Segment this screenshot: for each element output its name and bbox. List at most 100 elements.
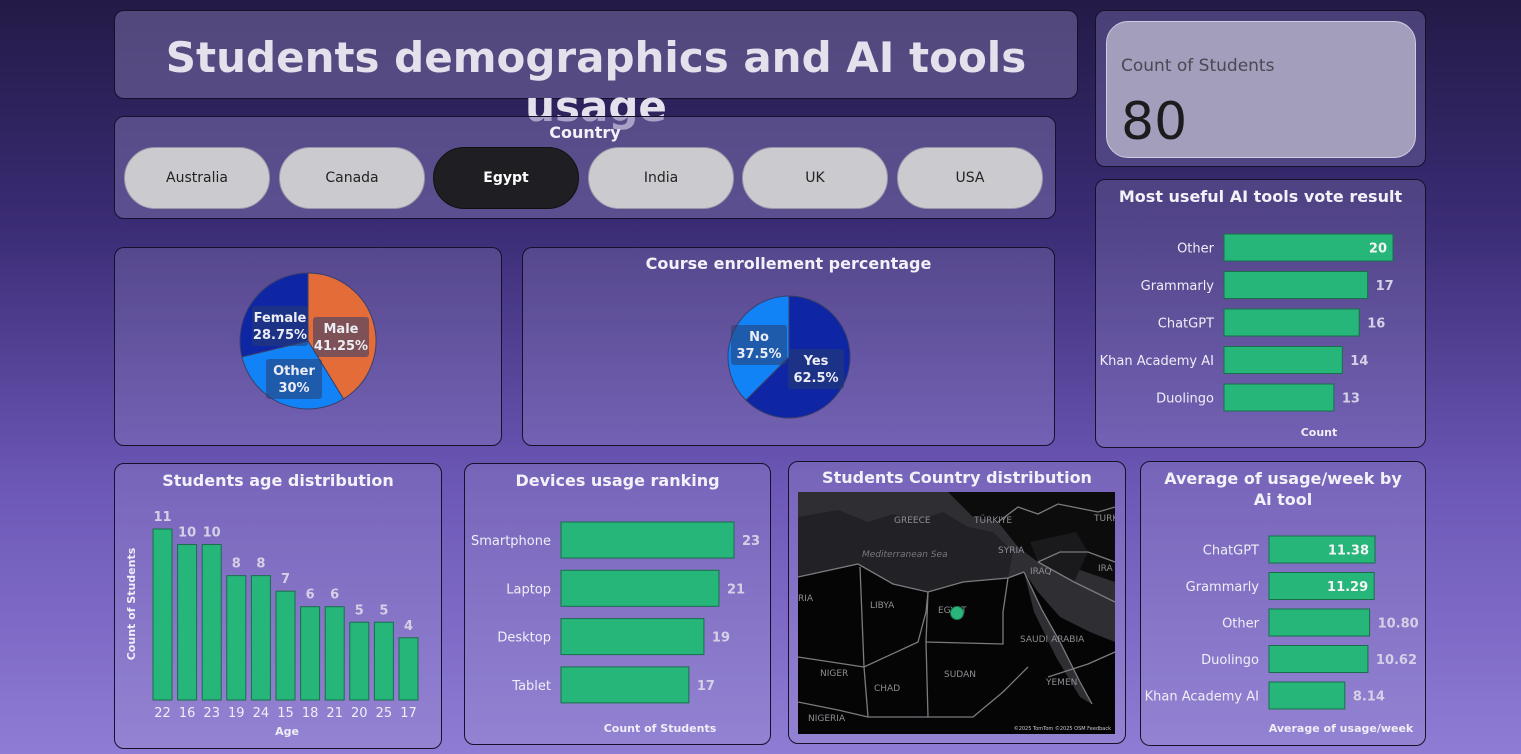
devices-category-label: Smartphone: [471, 534, 551, 549]
devices-bar: [560, 521, 735, 559]
map-label-sudan: SUDAN: [944, 670, 976, 680]
age-value-label: 4: [404, 619, 413, 634]
country-button-egypt[interactable]: Egypt: [433, 147, 579, 209]
ai-tools-vote-chart: Other 20 Grammarly 17 ChatGPT 16 Khan Academy …: [1100, 233, 1394, 439]
avg-usage-category-label: ChatGPT: [1203, 544, 1259, 559]
age-value-label: 7: [281, 572, 290, 587]
ai-tools-vote-panel: Most useful AI tools vote result Other 20…: [1095, 179, 1426, 448]
vote-bar: [1223, 271, 1369, 299]
devices-value-label: 19: [712, 631, 730, 646]
vote-category-label: Duolingo: [1156, 392, 1214, 407]
gender-pie-label-male: Male: [324, 322, 359, 337]
devices-category-label: Tablet: [511, 679, 551, 694]
map-label-saudi-arabia: SAUDI ARABIA: [1020, 635, 1085, 645]
enrollment-pie-chart: Yes 62.5% No 37.5%: [727, 295, 851, 419]
map-label-mediterranean: Mediterranean Sea: [862, 550, 948, 560]
avg-usage-title: Average of usage/week by Ai tool: [1164, 469, 1402, 509]
age-tick-label: 15: [277, 706, 294, 721]
avg-usage-bar: [1268, 645, 1369, 673]
avg-usage-value-label: 10.62: [1376, 653, 1417, 668]
vote-category-label: Other: [1177, 242, 1215, 257]
map-label-nigeria: NIGERIA: [808, 714, 846, 724]
vote-value-label: 14: [1350, 354, 1368, 369]
age-bar: [300, 606, 321, 701]
age-tick-label: 18: [302, 706, 319, 721]
devices-category-label: Desktop: [497, 631, 551, 646]
avg-usage-bar: [1268, 608, 1371, 637]
vote-bar: [1223, 383, 1335, 412]
age-bar: [349, 621, 370, 701]
ai-tools-vote-title: Most useful AI tools vote result: [1118, 187, 1403, 206]
map-title: Students Country distribution: [822, 468, 1092, 487]
age-value-label: 8: [232, 557, 241, 572]
age-bar: [152, 528, 173, 701]
age-value-label: 6: [306, 588, 315, 603]
devices-category-label: Laptop: [506, 582, 551, 597]
enrollment-pie-value-no: 37.5%: [736, 347, 781, 362]
country-slicer: Country Australia Canada Egypt India UK …: [114, 116, 1056, 219]
map-label-turkiye: TÜRKIYE: [973, 515, 1012, 526]
age-chart-title: Students age distribution: [162, 471, 394, 490]
avg-usage-category-label: Khan Academy AI: [1145, 690, 1259, 705]
kpi-panel: Count of Students 80: [1095, 10, 1426, 167]
enrollment-pie-label-no: No: [749, 330, 769, 345]
age-bar: [324, 606, 345, 701]
age-bar: [226, 575, 247, 701]
age-tick-label: 17: [400, 706, 417, 721]
age-x-axis-label: Age: [275, 725, 299, 738]
avg-usage-value-label: 8.14: [1353, 690, 1385, 705]
avg-usage-category-label: Duolingo: [1201, 653, 1259, 668]
vote-value-label: 16: [1367, 317, 1385, 332]
kpi-card: Count of Students 80: [1106, 21, 1416, 158]
country-button-australia[interactable]: Australia: [124, 147, 270, 209]
country-button-india[interactable]: India: [588, 147, 734, 209]
age-value-label: 10: [203, 526, 221, 541]
gender-pie-panel: Male 41.25% Other 30% Female 28.75%: [114, 247, 502, 446]
age-tick-label: 24: [253, 706, 270, 721]
age-bar: [177, 544, 198, 701]
country-button-usa[interactable]: USA: [897, 147, 1043, 209]
gender-pie-value-male: 41.25%: [314, 339, 368, 354]
age-tick-label: 23: [203, 706, 220, 721]
avg-usage-value-label: 11.38: [1328, 544, 1369, 559]
kpi-label: Count of Students: [1121, 56, 1275, 76]
country-slicer-label: Country: [549, 123, 621, 142]
vote-bar: [1223, 233, 1394, 262]
age-tick-label: 21: [326, 706, 343, 721]
vote-category-label: ChatGPT: [1158, 317, 1214, 332]
avg-usage-category-label: Grammarly: [1186, 580, 1260, 595]
age-value-label: 8: [256, 557, 265, 572]
map-attribution: ©2025 TomTom ©2025 OSM Feedback: [1014, 725, 1111, 732]
map-label-yemen: YEMEN: [1045, 678, 1077, 688]
vote-bar: [1223, 308, 1360, 337]
devices-value-label: 17: [697, 679, 715, 694]
country-button-uk[interactable]: UK: [742, 147, 888, 209]
age-bar: [373, 621, 394, 701]
map-label-ira: IRA: [1098, 564, 1114, 574]
age-bar: [398, 637, 419, 701]
avg-usage-panel: Average of usage/week by Ai tool ChatGPT…: [1140, 461, 1426, 746]
map-label-turk: TURK: [1093, 514, 1115, 524]
age-bar: [275, 590, 296, 701]
vote-value-label: 20: [1369, 242, 1387, 257]
country-map[interactable]: GREECE TÜRKIYE TURK SYRIA IRAQ IRA Medit…: [798, 492, 1115, 734]
title-panel: Students demographics and AI tools usage: [114, 10, 1078, 131]
avg-usage-value-label: 10.80: [1378, 617, 1419, 632]
map-label-libya: LIBYA: [870, 601, 895, 611]
enrollment-chart-title: Course enrollement percentage: [645, 254, 932, 273]
gender-pie-value-female: 28.75%: [253, 328, 307, 343]
devices-value-label: 21: [727, 582, 745, 597]
devices-bar: [560, 666, 690, 704]
map-label-syria: SYRIA: [998, 546, 1025, 556]
devices-bar: [560, 569, 720, 607]
kpi-value: 80: [1121, 92, 1188, 152]
country-button-canada[interactable]: Canada: [279, 147, 425, 209]
devices-axis-label: Count of Students: [604, 722, 717, 735]
enrollment-pie-label-yes: Yes: [803, 354, 829, 369]
age-y-axis-label: Count of Students: [125, 547, 138, 660]
map-label-iraq: IRAQ: [1030, 567, 1052, 577]
age-distribution-chart: 11 22 10 16 10 23 8 19 8 24 7 15 6 18 6 21 5 20 5 25 4 17 Age C…: [125, 510, 419, 738]
map-label-ria: RIA: [798, 594, 814, 604]
map-bubble-egypt[interactable]: [950, 606, 964, 620]
avg-usage-value-label: 11.29: [1327, 580, 1368, 595]
